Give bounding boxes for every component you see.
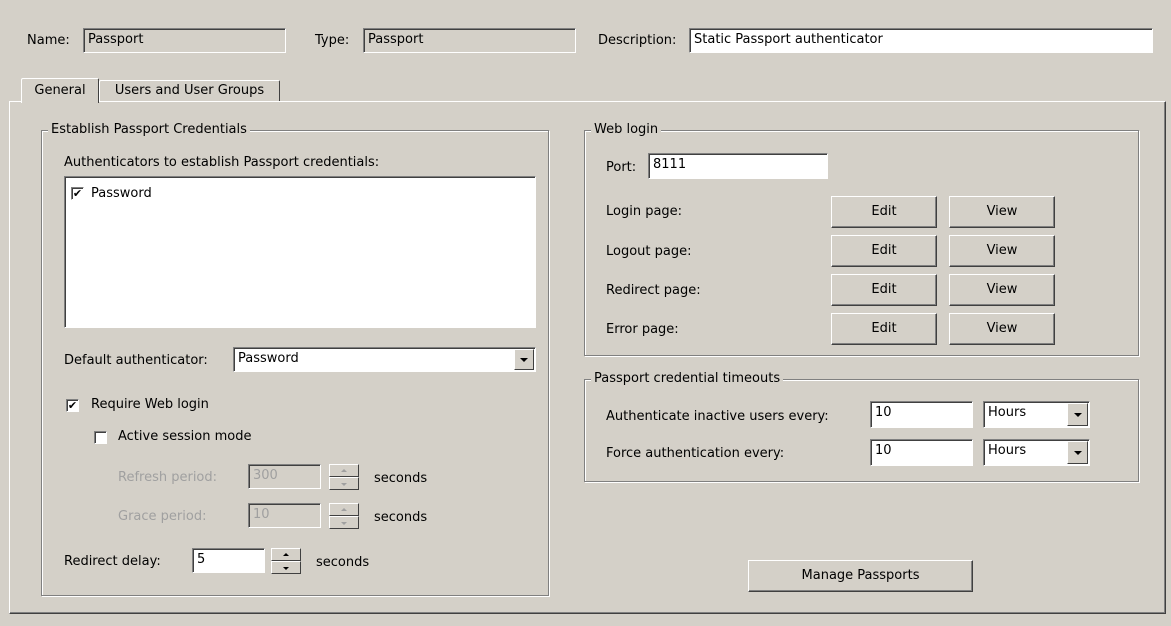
redirect-page-label: Redirect page: <box>606 283 701 298</box>
credentials-legend: Establish Passport Credentials <box>48 122 250 138</box>
require-web-login-checkbox[interactable]: ✔ <box>66 399 79 412</box>
force-auth-field[interactable]: 10 <box>870 439 973 466</box>
default-authenticator-select[interactable]: Password <box>233 347 536 372</box>
spin-up-icon[interactable] <box>271 548 301 561</box>
grace-period-field[interactable]: 10 <box>248 503 321 528</box>
tab-general-label: General <box>34 83 86 98</box>
type-label: Type: <box>315 33 350 48</box>
manage-passports-button[interactable]: Manage Passports <box>748 560 973 592</box>
error-page-edit-button[interactable]: Edit <box>831 313 937 345</box>
spin-up-icon[interactable] <box>329 464 359 477</box>
name-field[interactable]: Passport <box>83 28 286 53</box>
refresh-period-label: Refresh period: <box>118 470 218 485</box>
inactive-users-field[interactable]: 10 <box>870 401 973 428</box>
chevron-down-icon[interactable] <box>514 349 534 370</box>
password-checkbox[interactable]: ✔ <box>71 187 84 200</box>
grace-period-label: Grace period: <box>118 509 207 524</box>
refresh-period-unit: seconds <box>374 471 428 486</box>
port-label: Port: <box>606 160 637 175</box>
inactive-users-unit-value: Hours <box>988 405 1027 420</box>
spin-down-icon[interactable] <box>271 561 301 574</box>
tab-users-label: Users and User Groups <box>114 83 265 98</box>
login-page-view-button[interactable]: View <box>949 196 1055 228</box>
error-page-view-button[interactable]: View <box>949 313 1055 345</box>
authenticators-list[interactable]: ✔ Password <box>64 176 536 328</box>
logout-page-label: Logout page: <box>606 244 692 259</box>
redirect-delay-unit: seconds <box>316 555 370 570</box>
default-authenticator-value: Password <box>238 351 299 366</box>
login-page-edit-button[interactable]: Edit <box>831 196 937 228</box>
redirect-delay-spinner[interactable] <box>271 548 301 574</box>
error-page-label: Error page: <box>606 322 679 337</box>
active-session-checkbox[interactable] <box>94 431 107 444</box>
refresh-period-field[interactable]: 300 <box>248 464 321 489</box>
redirect-page-view-button[interactable]: View <box>949 274 1055 306</box>
timeouts-legend: Passport credential timeouts <box>591 371 784 387</box>
chevron-down-icon[interactable] <box>1067 441 1088 464</box>
force-auth-unit-value: Hours <box>988 443 1027 458</box>
logout-page-view-button[interactable]: View <box>949 235 1055 267</box>
tab-general[interactable]: General <box>21 78 99 103</box>
type-field[interactable]: Passport <box>363 28 576 53</box>
spin-up-icon[interactable] <box>329 503 359 516</box>
force-auth-label: Force authentication every: <box>606 446 785 461</box>
login-page-label: Login page: <box>606 204 683 219</box>
redirect-delay-field[interactable]: 5 <box>192 548 265 573</box>
name-label: Name: <box>27 33 70 48</box>
redirect-delay-label: Redirect delay: <box>64 554 161 569</box>
description-field[interactable]: Static Passport authenticator <box>689 28 1153 53</box>
active-session-label: Active session mode <box>118 429 252 444</box>
port-field[interactable]: 8111 <box>648 153 828 179</box>
web-login-legend: Web login <box>591 122 662 138</box>
inactive-users-label: Authenticate inactive users every: <box>606 409 829 424</box>
tab-users-and-groups[interactable]: Users and User Groups <box>99 80 280 101</box>
logout-page-edit-button[interactable]: Edit <box>831 235 937 267</box>
chevron-down-icon[interactable] <box>1067 403 1088 426</box>
timeouts-group: Passport credential timeouts <box>584 371 1139 482</box>
spin-down-icon[interactable] <box>329 516 359 529</box>
grace-period-unit: seconds <box>374 510 428 525</box>
default-authenticator-label: Default authenticator: <box>64 353 208 368</box>
spin-down-icon[interactable] <box>329 477 359 490</box>
require-web-login-label: Require Web login <box>91 397 209 412</box>
description-label: Description: <box>598 33 677 48</box>
redirect-page-edit-button[interactable]: Edit <box>831 274 937 306</box>
authenticators-label: Authenticators to establish Passport cre… <box>64 155 380 170</box>
password-item-label: Password <box>91 186 152 201</box>
refresh-period-spinner[interactable] <box>329 464 359 490</box>
grace-period-spinner[interactable] <box>329 503 359 529</box>
